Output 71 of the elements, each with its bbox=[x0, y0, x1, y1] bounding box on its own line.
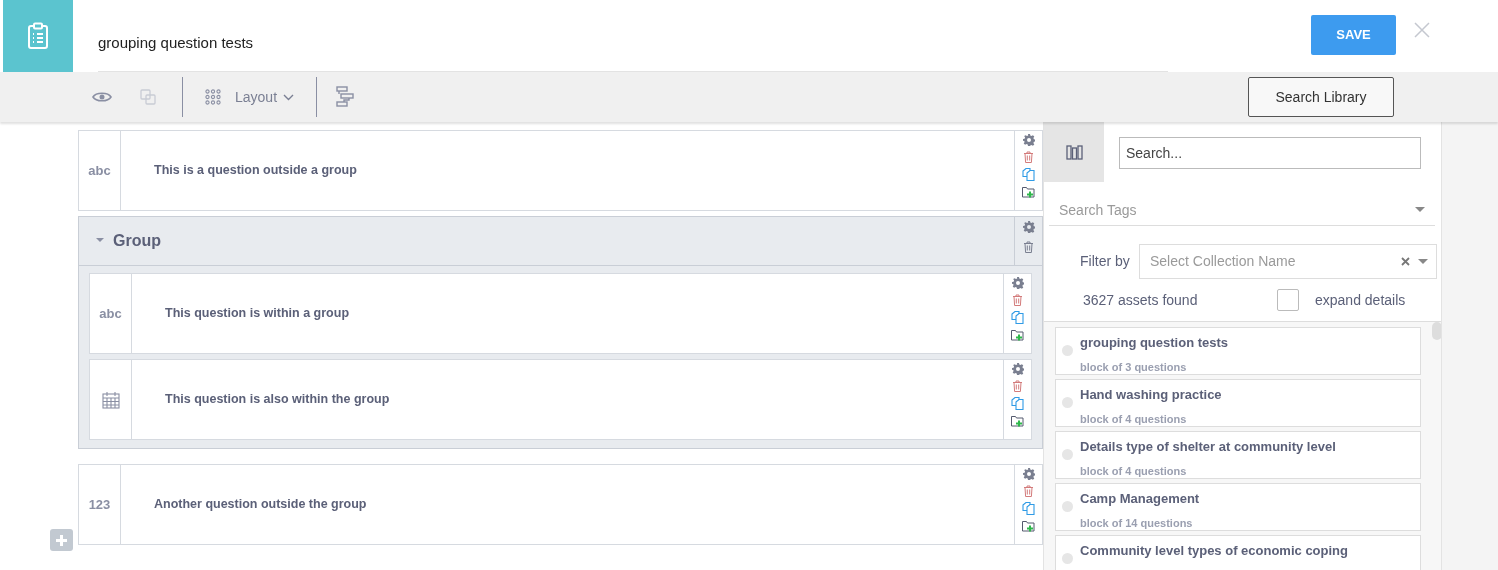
library-tab[interactable] bbox=[1044, 122, 1104, 182]
question-type-label: 123 bbox=[88, 495, 111, 514]
question-card[interactable]: abc This is a question outside a group bbox=[78, 130, 1043, 211]
duplicate-icon[interactable] bbox=[1011, 311, 1024, 324]
library-item[interactable]: grouping question tests block of 3 questions bbox=[1055, 327, 1421, 375]
item-subtitle: block of 3 questions bbox=[1080, 359, 1188, 375]
group-title: Group bbox=[113, 231, 161, 251]
item-title: grouping question tests bbox=[1080, 334, 1229, 352]
filter-label: Filter by bbox=[1079, 252, 1131, 271]
question-card[interactable]: 123 Another question outside the group bbox=[78, 464, 1043, 545]
folder-add-icon[interactable] bbox=[1011, 415, 1024, 427]
calendar-icon bbox=[101, 390, 120, 409]
add-question-button[interactable] bbox=[50, 529, 73, 551]
search-library-button[interactable]: Search Library bbox=[1248, 77, 1394, 117]
library-icon bbox=[1065, 144, 1083, 160]
question-label: This is a question outside a group bbox=[154, 162, 357, 180]
expand-details-checkbox[interactable] bbox=[1277, 289, 1299, 311]
delete-icon[interactable] bbox=[1023, 485, 1034, 497]
duplicate-icon[interactable] bbox=[1022, 502, 1035, 515]
delete-icon[interactable] bbox=[1012, 294, 1023, 306]
delete-icon[interactable] bbox=[1012, 380, 1023, 392]
checkbox-label: expand details bbox=[1315, 290, 1406, 310]
folder-add-icon[interactable] bbox=[1022, 520, 1035, 532]
radio-dot[interactable] bbox=[1062, 501, 1073, 512]
clipboard-icon bbox=[27, 22, 49, 50]
scrollbar-thumb[interactable] bbox=[1432, 322, 1441, 340]
caret-icon bbox=[1415, 207, 1425, 213]
question-type-label: abc bbox=[88, 161, 111, 180]
library-item[interactable]: Camp Management block of 14 questions bbox=[1055, 483, 1421, 531]
settings-icon[interactable] bbox=[1011, 277, 1024, 289]
radio-dot[interactable] bbox=[1062, 397, 1073, 408]
assets-count: 3627 assets found bbox=[1083, 290, 1199, 310]
radio-dot[interactable] bbox=[1062, 345, 1073, 356]
question-label: This question is also within the group bbox=[165, 391, 390, 409]
settings-icon[interactable] bbox=[1022, 134, 1035, 146]
library-item[interactable]: Hand washing practice block of 4 questions bbox=[1055, 379, 1421, 427]
chevron-down-icon bbox=[283, 93, 295, 101]
library-item[interactable]: Community level types of economic coping bbox=[1055, 535, 1421, 570]
item-subtitle: block of 4 questions bbox=[1080, 463, 1188, 479]
folder-add-icon[interactable] bbox=[1022, 186, 1035, 198]
preview-icon[interactable] bbox=[92, 91, 112, 103]
close-icon[interactable] bbox=[1414, 22, 1430, 38]
item-subtitle: block of 14 questions bbox=[1080, 515, 1194, 531]
layout-dropdown[interactable]: Layout bbox=[235, 86, 295, 108]
duplicate-icon[interactable] bbox=[1011, 397, 1024, 410]
question-label: Another question outside the group bbox=[154, 496, 367, 514]
plus-icon bbox=[56, 534, 67, 546]
clear-icon[interactable] bbox=[1401, 257, 1410, 266]
caret-icon bbox=[1418, 258, 1428, 265]
question-type-label: abc bbox=[99, 304, 122, 323]
item-title: Community level types of economic coping bbox=[1080, 542, 1348, 560]
item-subtitle: block of 4 questions bbox=[1080, 411, 1188, 427]
item-title: Hand washing practice bbox=[1080, 386, 1222, 404]
question-label: This question is within a group bbox=[165, 305, 350, 323]
delete-icon[interactable] bbox=[1023, 241, 1034, 253]
folder-add-icon[interactable] bbox=[1011, 329, 1024, 341]
structure-icon[interactable] bbox=[336, 86, 355, 108]
search-field[interactable]: Search... bbox=[1119, 137, 1421, 169]
settings-icon[interactable] bbox=[1011, 363, 1024, 375]
item-title: Details type of shelter at community level bbox=[1080, 438, 1336, 456]
question-card[interactable]: This question is also within the group bbox=[89, 359, 1032, 440]
library-item[interactable]: Details type of shelter at community level block of 4 questions bbox=[1055, 431, 1421, 479]
duplicate-icon[interactable] bbox=[1022, 168, 1035, 181]
radio-dot[interactable] bbox=[1062, 553, 1073, 564]
settings-icon[interactable] bbox=[1022, 221, 1035, 233]
radio-dot[interactable] bbox=[1062, 449, 1073, 460]
grid-icon bbox=[205, 89, 221, 105]
delete-icon[interactable] bbox=[1023, 151, 1034, 163]
item-title: Camp Management bbox=[1080, 490, 1200, 508]
question-card[interactable]: abc This question is within a group bbox=[89, 273, 1032, 354]
settings-icon[interactable] bbox=[1022, 468, 1035, 480]
